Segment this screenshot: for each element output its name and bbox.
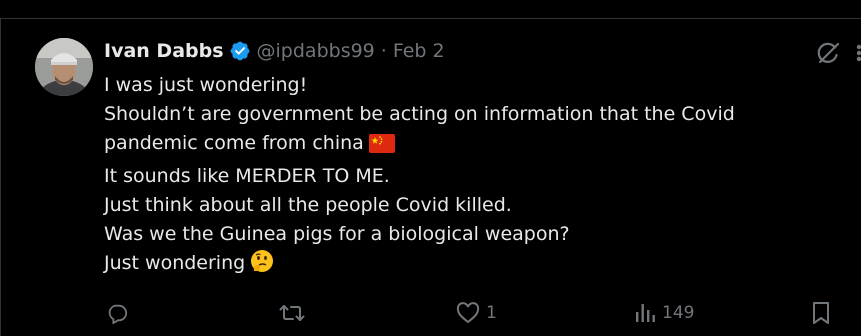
author-handle[interactable]: @ipdabbs99: [257, 40, 375, 62]
like-button[interactable]: 1: [456, 300, 497, 326]
reply-icon: [108, 304, 128, 324]
tweet-line-text: Just wondering: [104, 252, 246, 274]
grok-icon[interactable]: [815, 40, 841, 66]
tweet-line-text: pandemic come from china: [104, 132, 364, 154]
tweet-card: Ivan Dabbs @ipdabbs99 · Feb 2 I was just…: [0, 0, 861, 336]
bookmark-icon: [813, 302, 829, 324]
views-chart-icon: [636, 304, 655, 322]
verified-badge-icon: [229, 40, 251, 62]
heart-icon: [456, 302, 480, 324]
author-name[interactable]: Ivan Dabbs: [104, 40, 224, 62]
thinking-face-icon: [250, 249, 274, 282]
tweet-date[interactable]: Feb 2: [393, 40, 445, 62]
tweet-line-with-emoji: Just wondering: [104, 249, 824, 282]
tweet-header: Ivan Dabbs @ipdabbs99 · Feb 2: [104, 38, 445, 64]
views-count: 149: [662, 303, 695, 323]
retweet-button[interactable]: [279, 300, 311, 326]
like-count: 1: [486, 303, 497, 323]
tweet-line-with-flag: pandemic come from china: [104, 129, 824, 162]
header-separator: ·: [380, 40, 387, 62]
tweet-text: I was just wondering! Shouldn’t are gove…: [104, 71, 824, 282]
tweet-line: Was we the Guinea pigs for a biological …: [104, 223, 570, 245]
tweet-line: Just think about all the people Covid ki…: [104, 194, 512, 216]
tweet-line: Shouldn’t are government be acting on in…: [104, 103, 735, 125]
retweet-icon: [279, 305, 305, 321]
views-button[interactable]: 149: [634, 300, 694, 326]
avatar-image: [35, 38, 93, 96]
tweet-line: It sounds like MERDER TO ME.: [104, 165, 390, 187]
reply-button[interactable]: [106, 300, 134, 326]
top-divider: [0, 18, 861, 19]
tweet-line: I was just wondering!: [104, 74, 308, 96]
avatar[interactable]: [35, 38, 93, 96]
china-flag-icon: [368, 133, 395, 162]
bookmark-button[interactable]: [811, 300, 831, 326]
more-options-icon[interactable]: [848, 42, 861, 64]
left-divider: [0, 18, 1, 336]
